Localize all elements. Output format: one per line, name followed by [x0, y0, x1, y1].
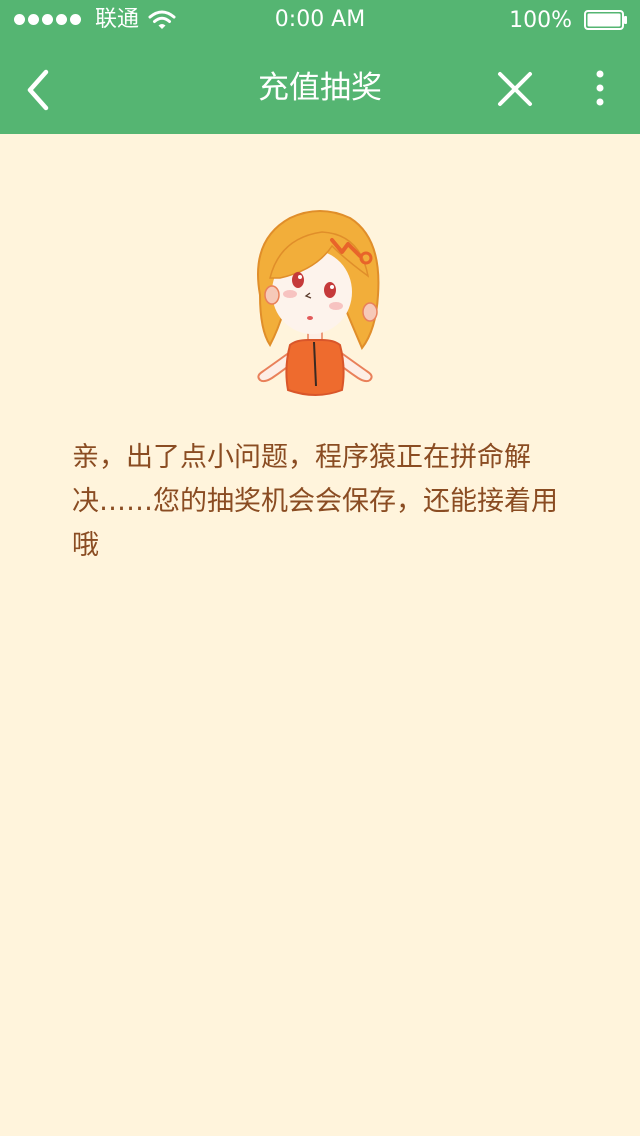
chevron-left-icon[interactable]: [16, 62, 64, 114]
status-bar: 联通 0:00 AM 100%: [0, 0, 640, 40]
nav-bar: 充值抽奖: [0, 40, 640, 134]
page-title: 充值抽奖: [258, 70, 382, 106]
mascot-illustration: [257, 210, 380, 396]
battery-icon: [584, 10, 627, 30]
battery-percent: 100%: [509, 8, 572, 33]
error-message: 亲，出了点小问题，程序猿正在拼命解决……您的抽奖机会会保存，还能接着用哦: [72, 442, 558, 561]
more-vertical-icon[interactable]: [584, 68, 616, 112]
top-bar: 联通 0:00 AM 100% 充值抽奖: [0, 0, 640, 134]
close-icon[interactable]: [492, 66, 538, 112]
